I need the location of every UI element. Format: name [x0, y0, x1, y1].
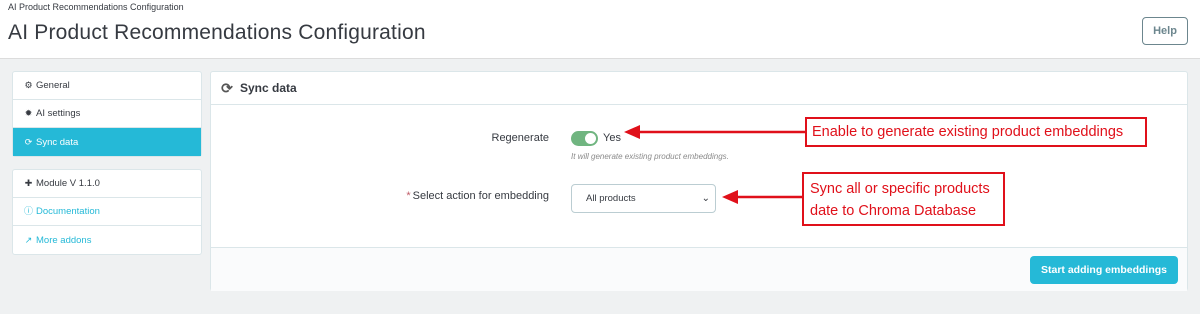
select-value: All products: [586, 193, 636, 204]
sidebar-item-sync-data[interactable]: ⟳ Sync data: [13, 128, 201, 156]
external-link-icon: ↗: [24, 234, 33, 245]
panel-title: Sync data: [240, 81, 297, 95]
page-header: AI Product Recommendations Configuration…: [0, 0, 1200, 59]
annotation-regenerate: Enable to generate existing product embe…: [805, 117, 1147, 147]
sidebar-nav: ⚙ General ✹ AI settings ⟳ Sync data: [12, 71, 202, 157]
module-version: ✚ Module V 1.1.0: [13, 170, 201, 198]
refresh-icon: ⟳: [24, 136, 33, 147]
annotation-action-line2: date to Chroma Database: [810, 203, 977, 219]
help-button[interactable]: Help: [1142, 17, 1188, 45]
chevron-down-icon: ⌄: [701, 193, 710, 204]
cogs-icon: ⚙: [24, 80, 33, 90]
required-mark: *: [406, 190, 411, 202]
sidebar-item-general[interactable]: ⚙ General: [13, 72, 201, 100]
action-label-text: Select action for embedding: [412, 190, 549, 202]
annotation-regenerate-text: Enable to generate existing product embe…: [812, 124, 1124, 140]
more-addons-link[interactable]: ↗ More addons: [13, 226, 201, 254]
sidebar-item-ai-settings[interactable]: ✹ AI settings: [13, 100, 201, 128]
sidebar-item-label: General: [36, 80, 70, 91]
embedding-action-select[interactable]: All products ⌄: [571, 184, 716, 213]
annotation-action-line1: Sync all or specific products: [810, 181, 990, 197]
toggle-knob: [585, 133, 596, 144]
panel-footer: Start adding embeddings: [211, 247, 1187, 291]
action-label: * Select action for embedding: [361, 190, 549, 202]
page-title: AI Product Recommendations Configuration: [8, 21, 426, 44]
regenerate-hint: It will generate existing product embedd…: [571, 152, 729, 161]
info-circle-icon: ⓘ: [23, 206, 33, 216]
module-version-label: Module V 1.1.0: [36, 178, 100, 189]
panel-heading: ⟳ Sync data: [211, 72, 1187, 105]
documentation-label: Documentation: [36, 206, 100, 217]
annotation-action: Sync all or specific products date to Ch…: [802, 172, 1005, 226]
regenerate-toggle[interactable]: [571, 131, 598, 146]
puzzle-icon: ✚: [24, 178, 33, 188]
more-addons-label: More addons: [36, 234, 92, 246]
documentation-link[interactable]: ⓘ Documentation: [13, 198, 201, 226]
start-adding-embeddings-button[interactable]: Start adding embeddings: [1030, 256, 1178, 284]
sidebar-item-label: AI settings: [36, 108, 81, 119]
breadcrumb: AI Product Recommendations Configuration: [8, 2, 184, 12]
sidebar-info: ✚ Module V 1.1.0 ⓘ Documentation ↗ More …: [12, 169, 202, 255]
gear-icon: ✹: [24, 108, 33, 118]
regenerate-label: Regenerate: [491, 132, 550, 144]
sidebar-item-label: Sync data: [36, 136, 79, 148]
sync-data-panel: ⟳ Sync data Regenerate Yes It will gener…: [210, 71, 1188, 291]
refresh-icon: ⟳: [221, 79, 233, 96]
regenerate-value: Yes: [603, 132, 621, 144]
